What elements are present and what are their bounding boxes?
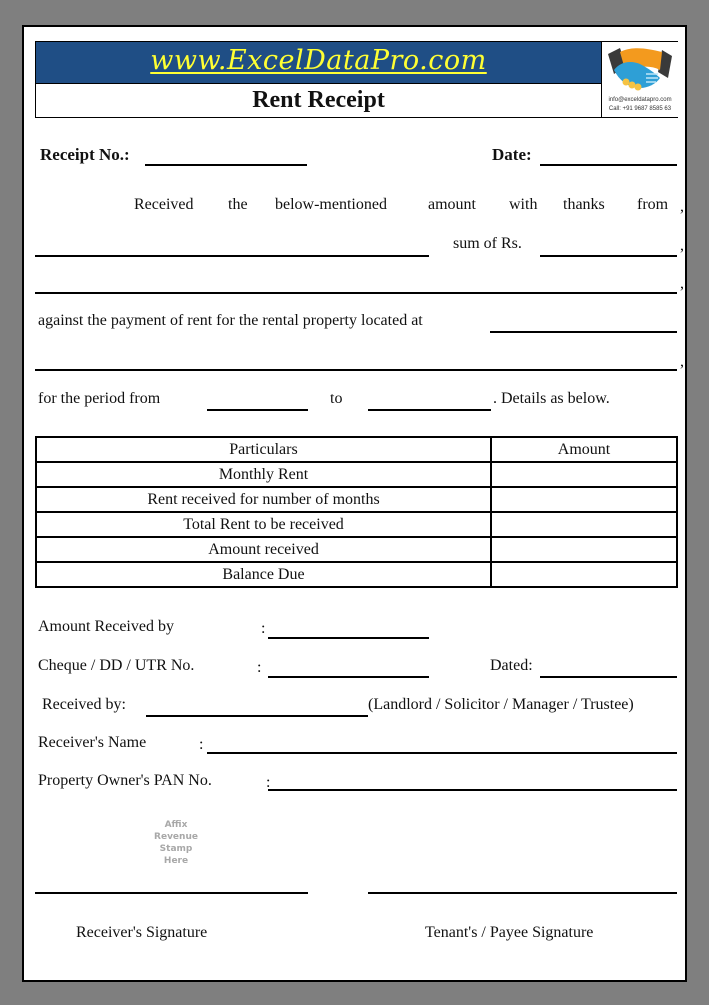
receipt-no-field[interactable] bbox=[145, 164, 307, 166]
receipt-no-label: Receipt No.: bbox=[40, 145, 130, 164]
table-row: Rent received for number of months bbox=[35, 486, 678, 513]
dated-label: Dated: bbox=[490, 657, 533, 674]
comma: , bbox=[680, 237, 684, 254]
amount-cell[interactable] bbox=[490, 511, 678, 538]
pan-no-field[interactable] bbox=[268, 789, 677, 791]
receipt-page: www.ExcelDataPro.com Rent Receipt info@e… bbox=[22, 25, 687, 982]
body-word: thanks bbox=[563, 196, 605, 213]
cheque-no-field[interactable] bbox=[268, 676, 429, 678]
pan-no-label: Property Owner's PAN No. bbox=[38, 772, 212, 789]
colon: : bbox=[199, 736, 204, 753]
receiver-signature-line[interactable] bbox=[35, 892, 308, 894]
site-name-link[interactable]: www.ExcelDataPro.com bbox=[36, 45, 601, 77]
property-address-field-2[interactable] bbox=[35, 369, 677, 371]
particular-cell: Total Rent to be received bbox=[35, 511, 492, 538]
amount-cell[interactable] bbox=[490, 561, 678, 588]
amount-cell[interactable] bbox=[490, 461, 678, 488]
handshake-icon bbox=[608, 48, 672, 91]
column-header-amount: Amount bbox=[490, 436, 678, 463]
page-title: Rent Receipt bbox=[252, 87, 385, 113]
contact-phone: Call: +91 9687 8585 63 bbox=[608, 106, 672, 112]
table-row: Monthly Rent bbox=[35, 461, 678, 488]
dated-field[interactable] bbox=[540, 676, 677, 678]
stamp-text-line: Affix bbox=[164, 820, 188, 830]
table-row: Balance Due bbox=[35, 561, 678, 588]
body-word: Received bbox=[134, 196, 194, 213]
stamp-text-line: Revenue bbox=[154, 832, 198, 842]
payer-name-field[interactable] bbox=[35, 255, 429, 257]
period-to-field[interactable] bbox=[368, 409, 491, 411]
table-header-row: Particulars Amount bbox=[35, 436, 678, 463]
received-by-label: Received by: bbox=[42, 696, 126, 713]
table-row: Total Rent to be received bbox=[35, 511, 678, 538]
particular-cell: Monthly Rent bbox=[35, 461, 492, 488]
received-by-field[interactable] bbox=[146, 715, 368, 717]
amount-cell[interactable] bbox=[490, 536, 678, 563]
receiver-signature-label: Receiver's Signature bbox=[76, 924, 208, 941]
comma: , bbox=[680, 353, 684, 370]
sum-label: sum of Rs. bbox=[453, 235, 522, 252]
body-word: with bbox=[509, 196, 538, 213]
particular-cell: Amount received bbox=[35, 536, 492, 563]
colon: : bbox=[261, 620, 266, 637]
tenant-signature-line[interactable] bbox=[368, 892, 677, 894]
cheque-no-label: Cheque / DD / UTR No. bbox=[38, 657, 195, 674]
comma: , bbox=[680, 275, 684, 292]
receiver-name-field[interactable] bbox=[207, 752, 677, 754]
body-word: the bbox=[228, 196, 248, 213]
header-box: www.ExcelDataPro.com Rent Receipt info@e… bbox=[35, 41, 678, 118]
amount-cell[interactable] bbox=[490, 486, 678, 513]
period-from-label: for the period from bbox=[38, 390, 161, 407]
receiver-name-label: Receiver's Name bbox=[38, 734, 147, 751]
colon: : bbox=[257, 659, 262, 676]
details-text: . Details as below. bbox=[493, 390, 610, 407]
sum-amount-field[interactable] bbox=[540, 255, 677, 257]
contact-email: info@exceldatapro.com bbox=[608, 97, 672, 103]
particular-cell: Rent received for number of months bbox=[35, 486, 492, 513]
stamp-text-line: Stamp bbox=[159, 844, 193, 854]
amount-received-by-label: Amount Received by bbox=[38, 618, 174, 635]
amount-received-by-field[interactable] bbox=[268, 637, 429, 639]
rent-details-table: Particulars Amount Monthly Rent Rent rec… bbox=[35, 436, 678, 588]
table-row: Amount received bbox=[35, 536, 678, 563]
revenue-stamp-placeholder: Affix Revenue Stamp Here bbox=[136, 819, 216, 867]
body-word: amount bbox=[428, 196, 476, 213]
period-from-field[interactable] bbox=[207, 409, 308, 411]
date-field[interactable] bbox=[540, 164, 677, 166]
body-word: below-mentioned bbox=[275, 196, 387, 213]
header-banner: www.ExcelDataPro.com bbox=[36, 42, 601, 84]
tenant-signature-label: Tenant's / Payee Signature bbox=[425, 924, 594, 941]
body-word: from bbox=[637, 196, 669, 213]
amount-in-words-field[interactable] bbox=[35, 292, 677, 294]
stamp-text-line: Here bbox=[163, 856, 189, 866]
property-address-field[interactable] bbox=[490, 331, 677, 333]
property-text: against the payment of rent for the rent… bbox=[38, 312, 423, 329]
received-by-roles: (Landlord / Solicitor / Manager / Truste… bbox=[368, 696, 634, 713]
comma: , bbox=[680, 198, 684, 215]
particular-cell: Balance Due bbox=[35, 561, 492, 588]
date-label: Date: bbox=[492, 145, 532, 164]
period-to-label: to bbox=[330, 390, 343, 407]
column-header-particulars: Particulars bbox=[35, 436, 492, 463]
logo: info@exceldatapro.com Call: +91 9687 858… bbox=[601, 42, 678, 117]
